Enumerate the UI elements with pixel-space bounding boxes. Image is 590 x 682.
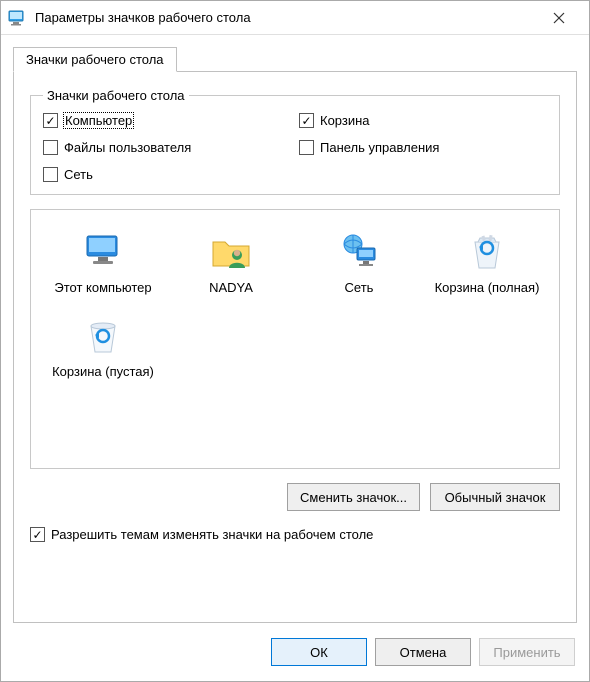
icon-preview-panel: Этот компьютер NADYA — [30, 209, 560, 469]
checkbox-recycle-bin[interactable]: Корзина — [299, 113, 547, 128]
checkbox-label: Разрешить темам изменять значки на рабоч… — [51, 527, 373, 542]
checkbox-box — [43, 140, 58, 155]
window-title: Параметры значков рабочего стола — [35, 10, 537, 25]
checkbox-network[interactable]: Сеть — [43, 167, 291, 182]
tab-strip: Значки рабочего стола — [13, 43, 577, 71]
dialog-window: Параметры значков рабочего стола Значки … — [0, 0, 590, 682]
tab-label: Значки рабочего стола — [26, 52, 164, 67]
checkbox-label: Панель управления — [320, 140, 439, 155]
recycle-bin-empty-icon — [79, 312, 127, 360]
close-button[interactable] — [537, 3, 581, 33]
icon-label: Корзина (пустая) — [52, 364, 154, 380]
close-icon — [553, 12, 565, 24]
dialog-body: Значки рабочего стола Значки рабочего ст… — [1, 35, 589, 623]
ok-button[interactable]: ОК — [271, 638, 367, 666]
checkbox-control-panel[interactable]: Панель управления — [299, 140, 547, 155]
icon-label: Этот компьютер — [54, 280, 151, 296]
checkbox-label: Сеть — [64, 167, 93, 182]
checkbox-box — [299, 140, 314, 155]
button-label: Отмена — [400, 645, 447, 660]
checkbox-grid: Компьютер Корзина Файлы пользователя Пан… — [43, 113, 547, 182]
icon-buttons-row: Сменить значок... Обычный значок — [30, 483, 560, 511]
icon-label: Корзина (полная) — [435, 280, 540, 296]
checkbox-computer[interactable]: Компьютер — [43, 113, 291, 128]
icon-item-recycle-empty[interactable]: Корзина (пустая) — [39, 306, 167, 390]
button-label: Сменить значок... — [300, 490, 407, 505]
apply-button[interactable]: Применить — [479, 638, 575, 666]
checkbox-box — [43, 167, 58, 182]
network-icon — [335, 228, 383, 276]
checkbox-label: Компьютер — [64, 113, 133, 128]
change-icon-button[interactable]: Сменить значок... — [287, 483, 420, 511]
group-desktop-icons: Значки рабочего стола Компьютер Корзина … — [30, 88, 560, 195]
button-label: ОК — [310, 645, 328, 660]
window-icon — [7, 8, 27, 28]
default-icon-button[interactable]: Обычный значок — [430, 483, 560, 511]
tab-panel: Значки рабочего стола Компьютер Корзина … — [13, 71, 577, 623]
user-folder-icon — [207, 228, 255, 276]
icon-item-user-folder[interactable]: NADYA — [167, 222, 295, 306]
titlebar: Параметры значков рабочего стола — [1, 1, 589, 35]
checkbox-label: Файлы пользователя — [64, 140, 191, 155]
tab-desktop-icons[interactable]: Значки рабочего стола — [13, 47, 177, 72]
icon-item-recycle-full[interactable]: Корзина (полная) — [423, 222, 551, 306]
checkbox-box — [43, 113, 58, 128]
button-label: Обычный значок — [445, 490, 546, 505]
checkbox-allow-themes[interactable]: Разрешить темам изменять значки на рабоч… — [30, 527, 560, 542]
cancel-button[interactable]: Отмена — [375, 638, 471, 666]
monitor-icon — [79, 228, 127, 276]
icon-label: NADYA — [209, 280, 253, 296]
icon-item-network[interactable]: Сеть — [295, 222, 423, 306]
dialog-footer: ОК Отмена Применить — [1, 623, 589, 681]
checkbox-user-files[interactable]: Файлы пользователя — [43, 140, 291, 155]
checkbox-label: Корзина — [320, 113, 370, 128]
icon-label: Сеть — [345, 280, 374, 296]
checkbox-box — [299, 113, 314, 128]
icon-grid: Этот компьютер NADYA — [39, 222, 551, 391]
recycle-bin-full-icon — [463, 228, 511, 276]
icon-item-this-pc[interactable]: Этот компьютер — [39, 222, 167, 306]
group-legend: Значки рабочего стола — [43, 88, 189, 103]
button-label: Применить — [493, 645, 560, 660]
checkbox-box — [30, 527, 45, 542]
